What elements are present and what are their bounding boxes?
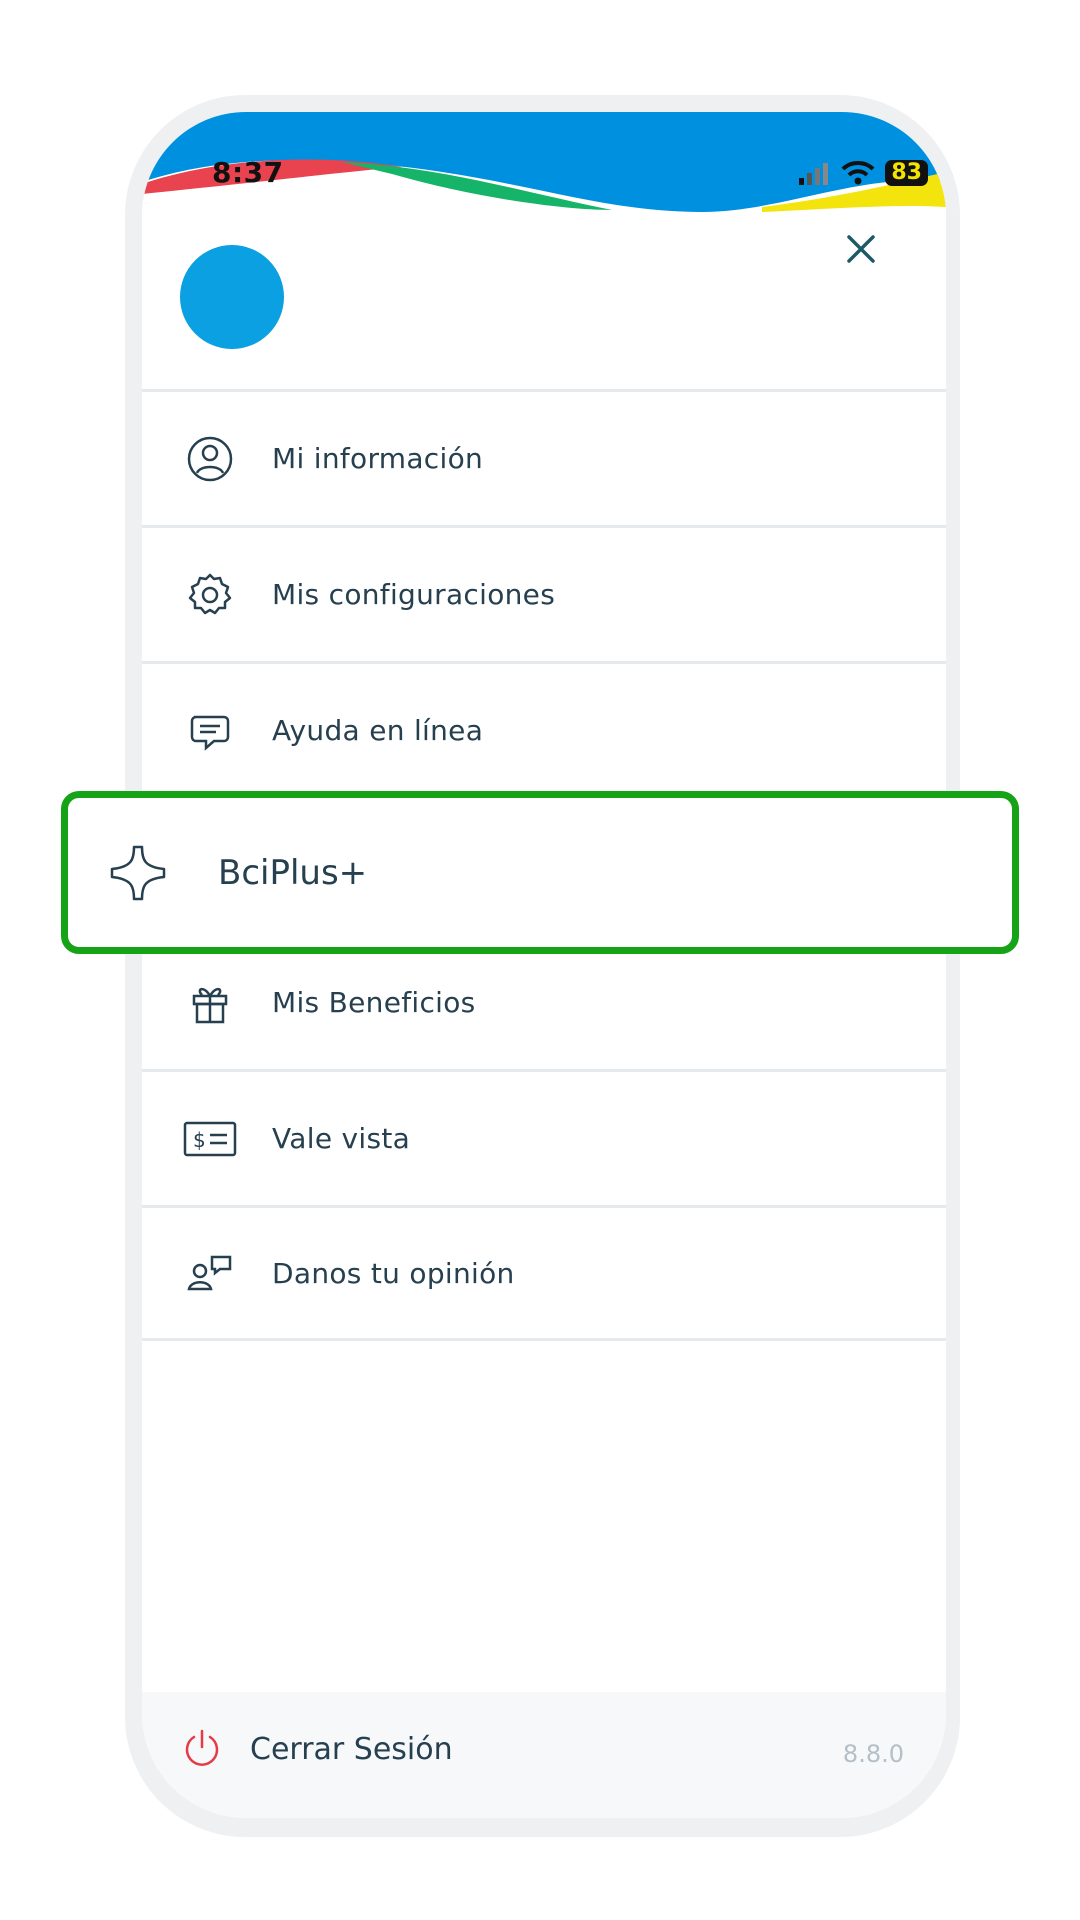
gift-icon	[180, 973, 240, 1033]
menu-item-ayuda-en-linea[interactable]: Ayuda en línea	[142, 661, 946, 797]
menu-item-label: Ayuda en línea	[272, 714, 484, 747]
status-time: 8:37	[212, 156, 284, 189]
menu-item-vale-vista[interactable]: $ Vale vista	[142, 1069, 946, 1205]
dollar-list-icon: $	[180, 1109, 240, 1169]
battery-indicator: 83	[885, 160, 928, 186]
power-icon	[185, 1729, 219, 1766]
wifi-icon	[841, 161, 875, 185]
close-button[interactable]	[836, 224, 886, 274]
gear-icon	[180, 565, 240, 625]
menu-item-danos-tu-opinion[interactable]: Danos tu opinión	[142, 1205, 946, 1341]
logout-button[interactable]: Cerrar Sesión	[180, 1727, 453, 1771]
chat-icon	[180, 701, 240, 761]
logout-label: Cerrar Sesión	[250, 1731, 453, 1767]
bciplus-label: BciPlus+	[218, 852, 368, 893]
bciplus-star-icon	[110, 845, 166, 900]
menu-item-label: Danos tu opinión	[272, 1256, 515, 1290]
menu-item-mi-informacion[interactable]: Mi información	[142, 389, 946, 525]
svg-text:$: $	[193, 1128, 206, 1152]
app-screen: 8:37 83 Mi información Mis configuracion…	[142, 112, 946, 1818]
app-version: 8.8.0	[842, 1740, 904, 1768]
status-indicators: 83	[797, 156, 928, 190]
menu-item-label: Mis Beneficios	[272, 986, 476, 1019]
menu-item-label: Mis configuraciones	[272, 578, 556, 611]
avatar[interactable]	[180, 245, 284, 349]
user-circle-icon	[180, 429, 240, 489]
signal-icon	[799, 163, 829, 185]
close-icon	[847, 235, 875, 263]
menu-item-label: Vale vista	[272, 1122, 411, 1155]
bciplus-highlighted-item[interactable]: BciPlus+	[61, 791, 1019, 954]
menu-item-mis-configuraciones[interactable]: Mis configuraciones	[142, 525, 946, 661]
feedback-icon	[180, 1243, 240, 1303]
menu-item-label: Mi información	[272, 442, 484, 475]
footer: Cerrar Sesión 8.8.0	[142, 1692, 946, 1818]
